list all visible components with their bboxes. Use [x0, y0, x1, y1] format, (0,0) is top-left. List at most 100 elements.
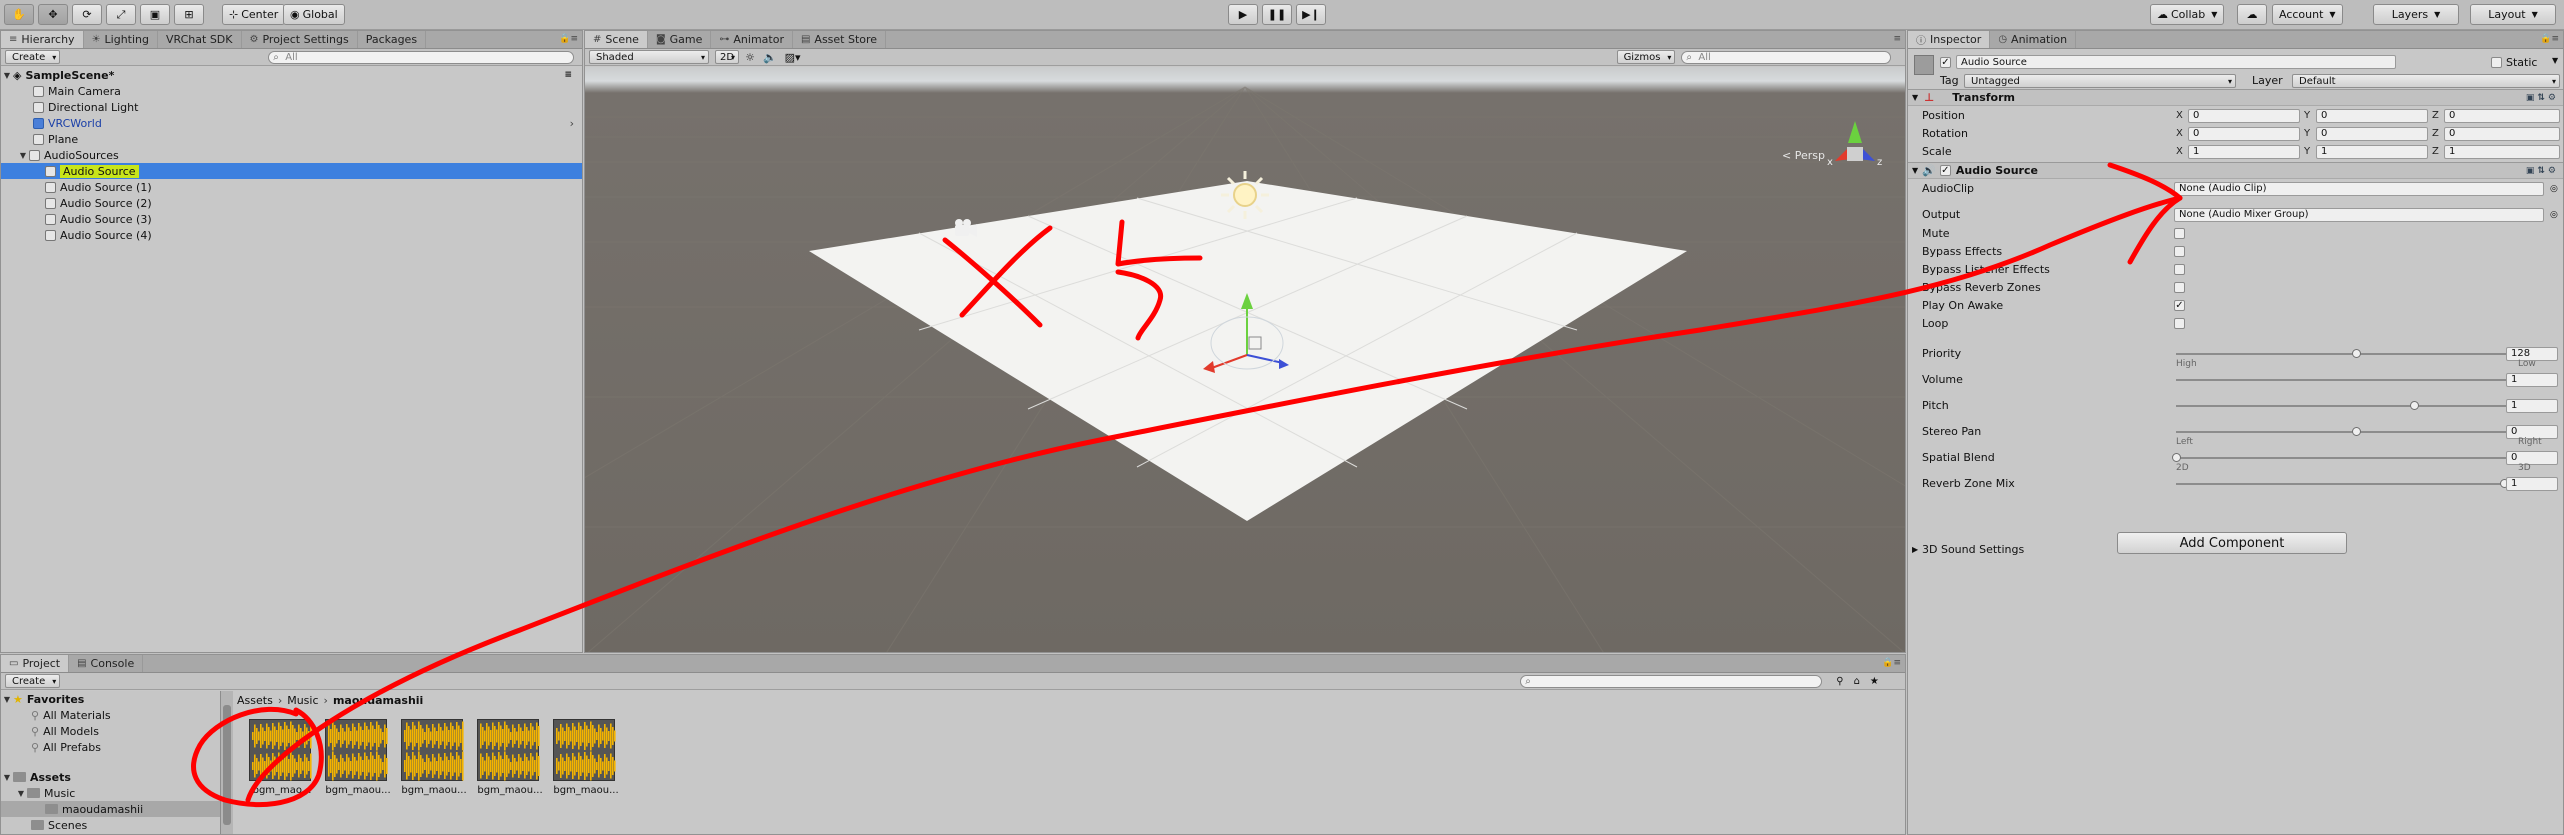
scene-row[interactable]: ▼ ◈ SampleScene* ≡ — [1, 67, 582, 83]
pivot-toggle-button[interactable]: ⊹ Center — [222, 4, 286, 25]
hierarchy-item-plane[interactable]: Plane — [1, 131, 582, 147]
toggle-checkbox[interactable] — [2174, 246, 2185, 257]
rect-tool-icon[interactable]: ▣ — [140, 4, 170, 25]
audio-source-header[interactable]: ▼ 🔊 ✓ Audio Source ▣⇅⚙ — [1908, 162, 2563, 179]
hierarchy-item-main-camera[interactable]: Main Camera — [1, 83, 582, 99]
scale-y-field[interactable]: 1 — [2316, 144, 2428, 159]
tab-scene[interactable]: # Scene — [585, 31, 648, 48]
breadcrumb-music[interactable]: Music — [287, 694, 318, 707]
object-name-field[interactable]: Audio Source — [1956, 55, 2396, 69]
panel-menu-icon[interactable]: 🔒≡ — [2540, 34, 2559, 44]
hand-tool-icon[interactable]: ✋ — [4, 4, 34, 25]
hierarchy-item-directional-light[interactable]: Directional Light — [1, 99, 582, 115]
tree-item-all-models[interactable]: ⚲ All Models — [1, 723, 220, 739]
hierarchy-search-input[interactable]: All — [268, 50, 575, 64]
object-picker-icon[interactable]: ◎ — [2550, 184, 2558, 194]
project-tree-scrollbar[interactable] — [221, 691, 233, 834]
create-dropdown[interactable]: Create — [5, 674, 61, 688]
layers-dropdown[interactable]: Layers ▼ — [2373, 4, 2459, 25]
tree-item-favorites[interactable]: ▼ ★ Favorites — [1, 691, 220, 707]
hierarchy-item-audio-source[interactable]: Audio Source — [1, 163, 582, 179]
position-x-field[interactable]: 0 — [2188, 108, 2300, 123]
asset-item[interactable]: bgm_maou... — [401, 719, 467, 796]
tab-asset-store[interactable]: ▤ Asset Store — [793, 31, 887, 48]
fold-down-icon[interactable]: ▼ — [1912, 166, 1918, 175]
chevron-right-icon[interactable]: › — [570, 117, 574, 130]
perspective-label[interactable]: < Persp — [1782, 149, 1825, 162]
panel-menu-icon[interactable]: 🔒≡ — [559, 34, 578, 44]
shading-dropdown[interactable]: Shaded — [589, 50, 709, 64]
tab-hierarchy[interactable]: ≡ Hierarchy — [1, 31, 84, 48]
position-z-field[interactable]: 0 — [2444, 108, 2560, 123]
transform-header[interactable]: ▼ ⊥ Transform ▣⇅⚙ — [1908, 89, 2563, 106]
slider-track[interactable] — [2176, 457, 2536, 459]
audio-toggle-icon[interactable]: 🔈 — [763, 51, 777, 64]
fold-down-icon[interactable]: ▼ — [1, 695, 13, 704]
slider-track[interactable] — [2176, 379, 2536, 381]
fold-down-icon[interactable]: ▼ — [1, 773, 13, 782]
component-menu-icons[interactable]: ▣⇅⚙ — [2526, 166, 2559, 176]
slider-value-field[interactable]: 1 — [2506, 372, 2558, 387]
orientation-gizmo[interactable]: x z — [1827, 121, 1882, 168]
layer-dropdown[interactable]: Default — [2292, 74, 2560, 88]
scene-menu-icon[interactable]: ≡ — [564, 70, 572, 80]
tree-item-music[interactable]: ▼ Music — [1, 785, 220, 801]
effects-dropdown-icon[interactable]: ▨▾ — [785, 51, 801, 64]
pause-button[interactable]: ❚❚ — [1262, 4, 1292, 25]
tab-vrchat-sdk[interactable]: VRChat SDK — [158, 31, 242, 48]
slider-track[interactable] — [2176, 405, 2536, 407]
panel-menu-icon[interactable]: 🔒≡ — [1882, 658, 1901, 668]
slider-value-field[interactable]: 1 — [2506, 398, 2558, 413]
slider-value-field[interactable]: 1 — [2506, 476, 2558, 491]
hierarchy-item-vrcworld[interactable]: VRCWorld › — [1, 115, 582, 131]
account-dropdown[interactable]: Account ▼ — [2272, 4, 2343, 25]
camera-gizmo-icon[interactable] — [955, 219, 977, 237]
cloud-button[interactable]: ☁ — [2237, 4, 2267, 25]
gizmos-dropdown[interactable]: Gizmos — [1616, 50, 1676, 64]
position-y-field[interactable]: 0 — [2316, 108, 2428, 123]
rotate-tool-icon[interactable]: ⟳ — [72, 4, 102, 25]
chevron-down-icon[interactable]: ▼ — [2552, 56, 2558, 65]
mode-2d-toggle[interactable]: 2D — [715, 50, 740, 64]
slider-track[interactable] — [2176, 483, 2536, 485]
tab-inspector[interactable]: ⓘ Inspector — [1908, 31, 1991, 48]
output-object-field[interactable]: None (Audio Mixer Group) — [2174, 207, 2544, 222]
tab-lighting[interactable]: ☀ Lighting — [84, 31, 158, 48]
toggle-checkbox[interactable] — [2174, 318, 2185, 329]
toggle-checkbox[interactable] — [2174, 228, 2185, 239]
audioclip-object-field[interactable]: None (Audio Clip) — [2174, 181, 2544, 196]
transform-tool-icon[interactable]: ⊞ — [174, 4, 204, 25]
tree-item-assets[interactable]: ▼ Assets — [1, 769, 220, 785]
rotation-x-field[interactable]: 0 — [2188, 126, 2300, 141]
space-toggle-button[interactable]: ◉ Global — [283, 4, 345, 25]
asset-item[interactable]: bgm_maou... — [477, 719, 543, 796]
fold-right-icon[interactable]: ▶ — [1912, 545, 1918, 554]
slider-thumb[interactable] — [2352, 349, 2361, 358]
slider-thumb[interactable] — [2352, 427, 2361, 436]
tree-item-maoudamashii[interactable]: maoudamashii — [1, 801, 220, 817]
tab-game[interactable]: ◙ Game — [648, 31, 712, 48]
tag-dropdown[interactable]: Untagged — [1964, 74, 2236, 88]
hierarchy-item-audio-source-1[interactable]: Audio Source (1) — [1, 179, 582, 195]
slider-value-field[interactable]: 0 — [2506, 450, 2558, 465]
rotation-z-field[interactable]: 0 — [2444, 126, 2560, 141]
active-checkbox[interactable]: ✓ — [1940, 57, 1951, 68]
asset-item[interactable]: bgm_maou... — [553, 719, 619, 796]
collab-dropdown[interactable]: ☁ Collab ▼ — [2150, 4, 2225, 25]
scale-z-field[interactable]: 1 — [2444, 144, 2560, 159]
slider-thumb[interactable] — [2409, 401, 2419, 410]
step-button[interactable]: ▶❙ — [1296, 4, 1326, 25]
scene-viewport[interactable]: x z < Persp — [585, 67, 1905, 652]
breadcrumb-maoudamashii[interactable]: maoudamashii — [333, 694, 423, 707]
toggle-checkbox[interactable] — [2174, 264, 2185, 275]
slider-thumb[interactable] — [2172, 453, 2181, 462]
lighting-toggle-icon[interactable]: ☼ — [745, 51, 755, 64]
tree-item-all-materials[interactable]: ⚲ All Materials — [1, 707, 220, 723]
tree-item-all-prefabs[interactable]: ⚲ All Prefabs — [1, 739, 220, 755]
add-component-button[interactable]: Add Component — [2117, 532, 2347, 554]
panel-menu-icon[interactable]: ≡ — [1893, 34, 1901, 44]
favorite-star-icon[interactable]: ★ — [1870, 676, 1879, 687]
tab-packages[interactable]: Packages — [358, 31, 427, 48]
asset-item[interactable]: bgm_maou... — [325, 719, 391, 796]
asset-item[interactable]: bgm_mao... — [249, 719, 315, 796]
